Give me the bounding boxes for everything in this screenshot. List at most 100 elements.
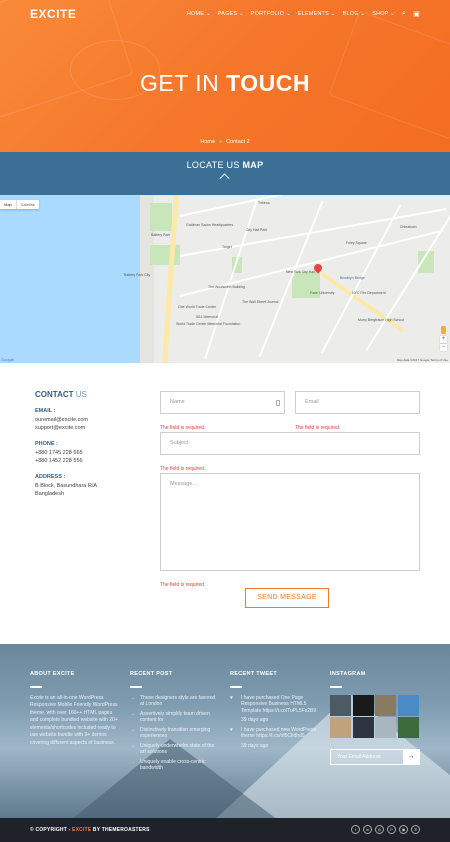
google-map[interactable]: Map Satellite Battery Park Goldman Sachs… [0,195,450,363]
locate-us-bold: MAP [242,160,264,170]
social-links: f in ◎ P ◉ ℬ [351,825,420,834]
tweet-text[interactable]: I have purchased One Page Responsive Bus… [241,695,316,714]
nav-shop[interactable]: SHOP ⌄ [372,11,395,17]
contact-info: CONTACT US EMAIL : ouremail@excite.com s… [35,390,145,498]
map-water [0,195,140,363]
breadcrumb-current: Contact 2 [226,139,250,145]
linkedin-icon[interactable]: in [363,825,372,834]
tweet-time: 39 days ago [241,742,269,749]
page-title-bold: TOUCH [226,70,310,96]
recent-post-link[interactable]: Distinctively transition emerging experi… [130,727,220,740]
name-field[interactable]: Name [160,391,285,414]
recent-post-link[interactable]: Assertively simplify team driven content… [130,711,220,724]
tweet-item: ♥ I have purchased new WordPress theme h… [230,727,320,750]
map-label: Target [222,245,232,249]
copyright-brand[interactable]: EXCITE [72,827,91,833]
map-tab-map[interactable]: Map [0,200,16,209]
instagram-photo[interactable] [330,717,351,738]
instagram-icon[interactable]: ◎ [375,825,384,834]
locate-us-title: LOCATE US MAP [0,160,450,170]
newsletter-email-input[interactable]: Your Email Address [331,754,403,760]
email-error: The field is required. [295,425,341,431]
footer-divider [130,686,142,688]
message-error: The field is required. [160,582,206,588]
copyright-bar: © COPYRIGHT - EXCITE BY THEMEROASTERS f … [0,818,450,842]
main-nav: HOME ⌄ PAGES ⌄ PORTFOLIO ⌄ ELEMENTS ⌄ BL… [187,10,420,18]
tweet-time: 39 days ago [241,717,269,723]
instagram-photo[interactable] [397,694,419,716]
twitter-icon: ♥ [230,694,233,701]
autofill-icon [276,400,280,406]
map-tab-satellite[interactable]: Satellite [15,200,39,209]
map-label: The Woolworth Building [208,285,245,289]
nav-pages[interactable]: PAGES ⌄ [218,11,244,17]
instagram-grid [330,694,422,738]
subject-error: The field is required. [160,466,206,472]
message-placeholder: Message... [170,481,197,487]
pinterest-icon[interactable]: P [387,825,396,834]
cart-icon[interactable]: ▣ [413,10,420,18]
facebook-icon[interactable]: f [351,825,360,834]
copyright-suffix[interactable]: BY THEMEROASTERS [91,827,150,833]
dribbble-icon[interactable]: ◉ [399,825,408,834]
email-label: EMAIL : [35,408,56,414]
email-value[interactable]: support@excite.com [35,424,145,432]
address-line: B Block, Basundhara R/A [35,483,98,489]
footer-tweet-title: RECENT TWEET [230,671,277,677]
copyright-prefix: © COPYRIGHT - [30,827,73,833]
breadcrumb-home[interactable]: Home [200,139,215,145]
twitter-icon: ♥ [230,726,233,733]
newsletter-submit-button[interactable]: → [403,750,419,764]
hero-banner: EXCITE HOME ⌄ PAGES ⌄ PORTFOLIO ⌄ ELEMEN… [0,0,450,152]
instagram-photo[interactable] [330,694,351,716]
map-zoom-out-button[interactable]: − [440,344,447,351]
recent-post-link[interactable]: Uniquely enable cross-centric bandwidth [130,759,220,772]
recent-post-link[interactable]: These designers style are favored at Lon… [130,695,220,708]
map-label: Chinatown [400,225,417,229]
nav-portfolio[interactable]: PORTFOLIO ⌄ [251,11,291,17]
site-logo[interactable]: EXCITE [30,7,76,21]
map-label: World Trade Center Memorial Foundation [176,322,241,326]
newsletter-form: Your Email Address → [330,749,420,765]
footer-divider [230,686,242,688]
map-park [150,245,180,265]
map-attribution[interactable]: Map data ©2017 Google Terms of Use [397,358,448,362]
nav-blog[interactable]: BLOG ⌄ [343,11,366,17]
chevron-up-icon[interactable] [219,173,230,184]
instagram-photo[interactable] [375,694,396,716]
footer-insta-title: INSTAGRAM [330,671,366,677]
email-field[interactable]: Email [295,391,420,414]
map-zoom-in-button[interactable]: + [440,336,447,343]
phone-label: PHONE : [35,441,58,447]
instagram-photo[interactable] [397,717,419,738]
page-title: GET IN TOUCH [0,70,450,97]
page: EXCITE HOME ⌄ PAGES ⌄ PORTFOLIO ⌄ ELEMEN… [0,0,450,842]
tweet-text[interactable]: I have purchased new WordPress theme htt… [241,727,316,740]
subject-field[interactable]: Subject [160,432,420,455]
map-road [179,195,445,217]
locate-us-bar[interactable]: LOCATE US MAP [0,152,450,195]
street-view-pegman-icon[interactable] [441,326,446,334]
instagram-photo[interactable] [352,717,374,738]
footer-recent-posts: RECENT POST These designers style are fa… [130,671,220,775]
email-value[interactable]: ouremail@excite.com [35,416,145,424]
address-label: ADDRESS : [35,474,66,480]
breadcrumb: Home » Contact 2 [0,139,450,145]
recent-post-link[interactable]: Uniquely underwhelm state of the art sol… [130,743,220,756]
instagram-photo[interactable] [375,717,396,738]
map-label: Pace University [310,291,335,295]
instagram-photo[interactable] [352,694,374,716]
send-message-button[interactable]: SEND MESSAGE [245,588,329,608]
nav-home[interactable]: HOME ⌄ [187,11,211,17]
nav-elements[interactable]: ELEMENTS ⌄ [298,11,336,17]
behance-icon[interactable]: ℬ [411,825,420,834]
map-type-control: Map Satellite [0,200,40,209]
search-icon[interactable]: ⌕ [402,10,406,18]
footer-instagram: INSTAGRAM Your Email Address → [330,671,422,765]
message-field[interactable]: Message... [160,473,420,571]
map-label: Murry Bergtraum High School [358,318,405,322]
map-park [150,203,172,231]
map-marker-icon[interactable] [312,262,324,274]
footer-divider [30,686,42,688]
map-highway [320,271,405,333]
